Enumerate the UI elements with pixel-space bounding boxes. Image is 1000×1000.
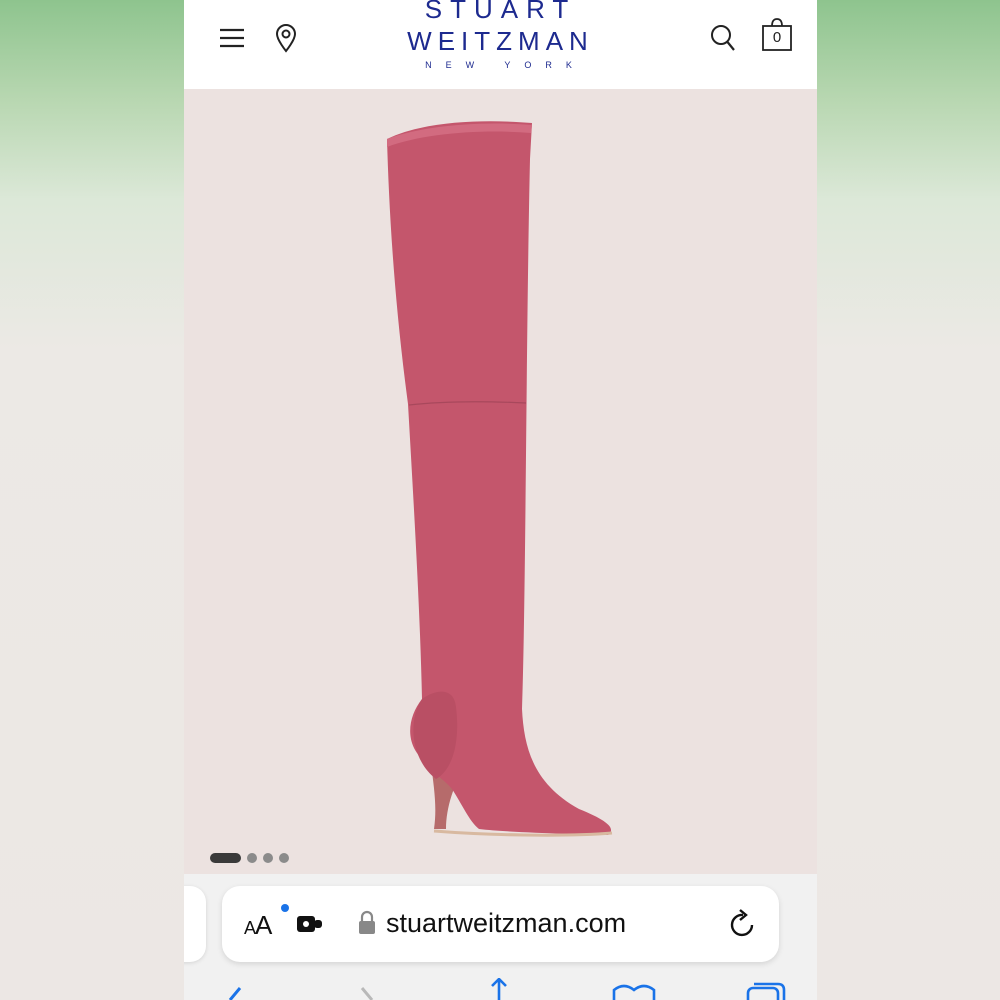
lock-icon [358, 910, 376, 941]
carousel-dot-1[interactable] [210, 853, 241, 863]
forward-icon[interactable] [358, 984, 382, 1000]
product-image[interactable] [184, 89, 817, 874]
map-pin-icon[interactable] [270, 20, 302, 56]
site-header: STUART WEITZMAN NEW YORK 0 [184, 0, 817, 89]
carousel-dot-3[interactable] [263, 853, 273, 863]
logo-line-new-york: NEW YORK [425, 60, 586, 70]
reader-text-size-button[interactable]: AA [244, 910, 272, 941]
bookmarks-icon[interactable] [612, 982, 656, 1000]
carousel-indicator[interactable] [210, 853, 289, 863]
previous-tab-preview[interactable] [184, 886, 206, 962]
reader-label-large: A [255, 910, 272, 940]
back-icon[interactable] [220, 984, 244, 1000]
url-text[interactable]: stuartweitzman.com [386, 908, 626, 939]
address-bar[interactable]: AA stuartweitzman.com [222, 886, 779, 962]
browser-bottom-bar: AA stuartweitzman.com [184, 874, 817, 1000]
phone-screen: STUART WEITZMAN NEW YORK 0 AA stuartweit… [184, 0, 817, 1000]
shopping-bag-icon[interactable]: 0 [760, 16, 794, 54]
puzzle-extension-icon[interactable] [296, 912, 324, 941]
notification-dot [281, 904, 289, 912]
share-icon[interactable] [484, 977, 514, 1000]
search-icon[interactable] [706, 20, 740, 56]
reload-icon[interactable] [728, 908, 758, 945]
boot-illustration [387, 121, 613, 837]
logo-line-stuart: STUART [424, 0, 577, 24]
logo-line-weitzman: WEITZMAN [407, 26, 594, 56]
reader-label-small: A [244, 918, 256, 938]
hamburger-menu-icon[interactable] [214, 22, 250, 54]
tabs-icon[interactable] [746, 982, 786, 1000]
carousel-dot-4[interactable] [279, 853, 289, 863]
carousel-dot-2[interactable] [247, 853, 257, 863]
brand-logo[interactable]: STUART WEITZMAN NEW YORK [384, 0, 617, 72]
bag-count: 0 [772, 29, 782, 46]
